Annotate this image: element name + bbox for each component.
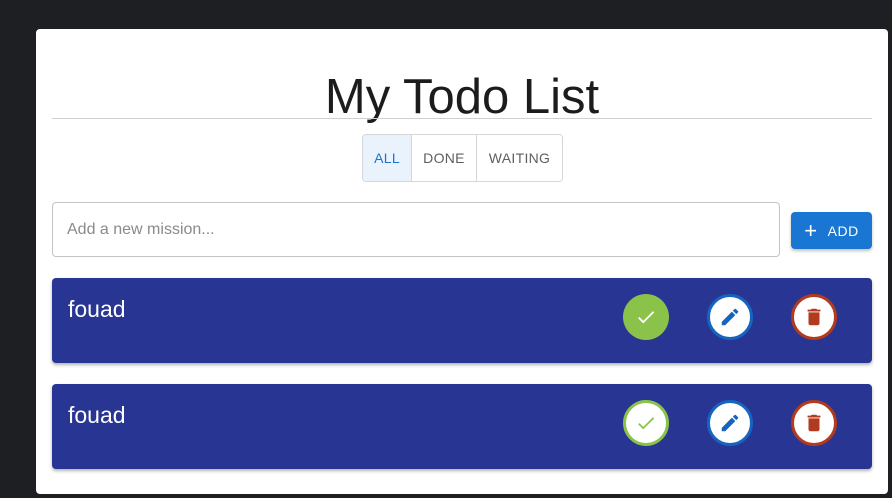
pencil-icon — [721, 414, 739, 432]
new-mission-input[interactable] — [52, 202, 780, 257]
trash-icon — [807, 308, 821, 326]
add-button[interactable]: + ADD — [791, 212, 872, 249]
delete-button[interactable] — [791, 294, 837, 340]
filter-all-button[interactable]: ALL — [363, 135, 412, 181]
filter-done-button[interactable]: DONE — [412, 135, 477, 181]
mark-done-button[interactable] — [623, 400, 669, 446]
mark-done-button[interactable] — [623, 294, 669, 340]
add-button-label: ADD — [827, 222, 859, 239]
filter-waiting-button[interactable]: WAITING — [477, 135, 562, 181]
todo-text: fouad — [68, 402, 126, 428]
pencil-icon — [721, 308, 739, 326]
todo-card: My Todo List ALL DONE WAITING + ADD foua… — [36, 29, 888, 494]
todo-text: fouad — [68, 296, 126, 322]
filter-toggle-group: ALL DONE WAITING — [362, 134, 563, 182]
todo-item: fouad — [52, 384, 872, 469]
trash-icon — [807, 414, 821, 432]
edit-button[interactable] — [707, 400, 753, 446]
delete-button[interactable] — [791, 400, 837, 446]
todo-item: fouad — [52, 278, 872, 363]
plus-icon: + — [804, 217, 818, 243]
check-icon — [638, 311, 655, 324]
check-icon — [638, 417, 655, 430]
page-title: My Todo List — [324, 70, 600, 124]
title-divider — [52, 118, 872, 119]
edit-button[interactable] — [707, 294, 753, 340]
